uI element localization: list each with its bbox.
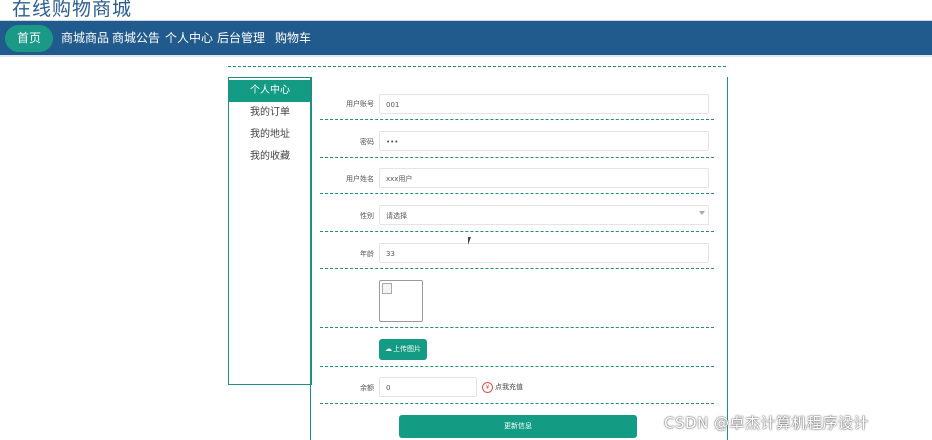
recharge-icon: ¥ [482,381,493,393]
main-nav: 首页 商城商品 商城公告 个人中心 后台管理 购物车 [0,21,932,55]
sidebar-item-addresses[interactable]: 我的地址 [229,124,311,146]
sidebar-item-orders[interactable]: 我的订单 [229,102,311,124]
row-divider [320,268,714,269]
sidebar: 个人中心 我的订单 我的地址 我的收藏 [228,77,312,385]
password-label: 密码 [360,138,374,146]
update-info-button[interactable]: 更新信息 [399,415,637,438]
nav-item-admin[interactable]: 后台管理 [217,21,265,55]
site-title: 在线购物商城 [12,0,133,20]
balance-label: 余额 [360,384,374,392]
row-divider [320,157,714,158]
sidebar-item-personal-center[interactable]: 个人中心 [229,80,311,102]
name-label: 用户姓名 [346,175,374,183]
recharge-label: 点我充值 [495,383,523,391]
age-label: 年龄 [360,250,374,258]
nav-item-personal-center[interactable]: 个人中心 [165,21,213,55]
password-input[interactable]: ••• [379,131,709,151]
age-input[interactable]: 33 [379,243,709,263]
nav-item-announcements[interactable]: 商城公告 [112,21,160,55]
balance-input[interactable]: 0 [379,377,477,397]
nav-item-products[interactable]: 商城商品 [61,21,109,55]
name-input[interactable]: xxx用户 [379,168,709,188]
sidebar-item-favorites[interactable]: 我的收藏 [229,146,311,168]
section-divider [228,66,726,67]
row-divider [320,119,714,120]
nav-item-cart[interactable]: 购物车 [275,21,311,55]
broken-image-icon [382,283,392,294]
watermark: CSDN @卓杰计算机程序设计 [664,414,870,432]
cloud-upload-icon: ☁ [385,345,392,353]
row-divider [320,327,714,328]
recharge-link[interactable]: ¥ 点我充值 [482,381,523,393]
upload-image-button[interactable]: ☁上传图片 [379,339,427,360]
row-divider [320,193,714,194]
row-divider [320,366,714,367]
row-divider [320,403,714,404]
chevron-down-icon [699,211,705,215]
avatar-preview [379,280,423,322]
gender-select[interactable]: 请选择 [379,205,709,225]
mouse-cursor-icon [468,237,471,245]
account-label: 用户账号 [346,100,374,108]
row-divider [320,231,714,232]
account-input[interactable]: 001 [379,94,709,114]
nav-home[interactable]: 首页 [5,25,53,52]
nav-divider [0,55,932,57]
upload-button-label: 上传图片 [393,345,421,353]
gender-label: 性别 [360,212,374,220]
